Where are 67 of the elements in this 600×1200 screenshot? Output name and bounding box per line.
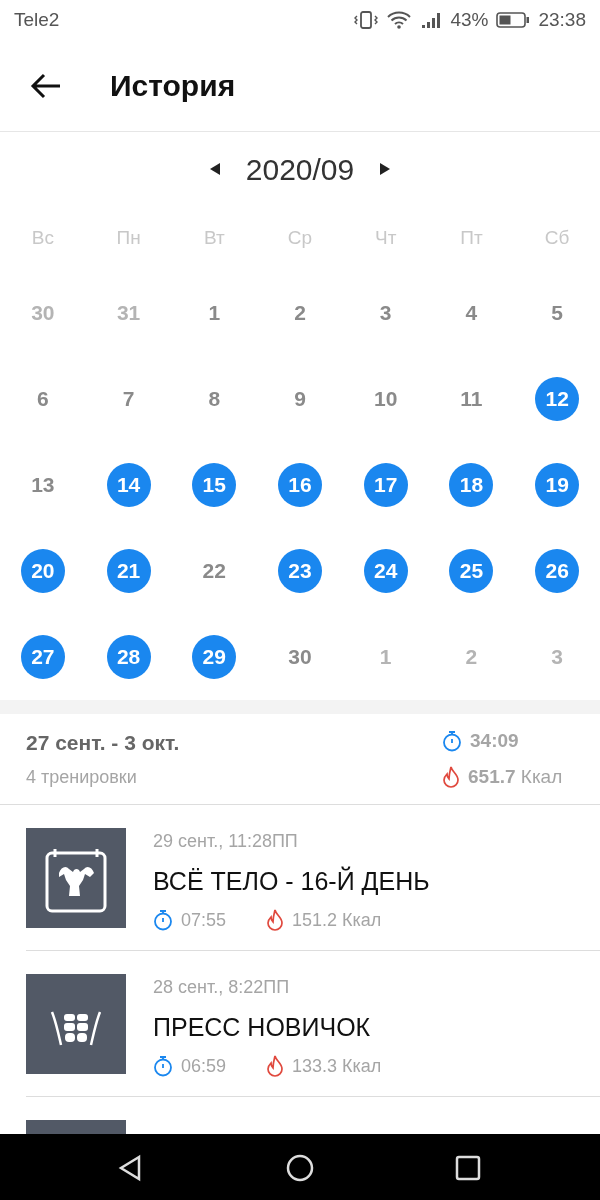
- calendar-day[interactable]: 5: [535, 291, 580, 335]
- calendar-day[interactable]: 24: [363, 549, 408, 593]
- calendar-day[interactable]: 14: [106, 463, 151, 507]
- stopwatch-icon: [442, 729, 462, 752]
- flame-icon: [442, 766, 460, 789]
- calendar-day[interactable]: 3: [363, 291, 408, 335]
- calendar-day[interactable]: 30: [278, 635, 322, 679]
- calendar-day[interactable]: 4: [449, 291, 494, 335]
- calendar-day[interactable]: 25: [449, 549, 494, 593]
- workout-duration: 07:55: [181, 908, 227, 932]
- muscle-calendar-icon: [26, 828, 126, 928]
- calendar-day[interactable]: 12: [535, 377, 580, 421]
- clock-time: 23:38: [538, 7, 586, 32]
- calendar-day[interactable]: 1: [192, 291, 237, 335]
- vibrate-icon: [354, 10, 379, 30]
- carrier-name: Tele2: [14, 7, 60, 32]
- page-title: История: [110, 68, 236, 104]
- calendar-day[interactable]: 30: [20, 291, 65, 335]
- stopwatch-icon: [153, 1055, 173, 1077]
- flame-icon: [266, 1055, 285, 1077]
- calendar-day[interactable]: 26: [535, 549, 580, 593]
- calendar-day[interactable]: 18: [449, 463, 494, 507]
- recents-nav-button[interactable]: [453, 1153, 483, 1183]
- calendar-day[interactable]: 23: [278, 549, 322, 593]
- calendar-day[interactable]: 8: [192, 377, 237, 421]
- calendar-day[interactable]: 22: [192, 549, 237, 593]
- workout-title: ПРЕСС НОВИЧОК: [153, 1012, 372, 1043]
- signal-icon: [420, 10, 443, 30]
- total-calories: 651.7 Ккал: [468, 765, 563, 789]
- stopwatch-icon: [153, 909, 173, 931]
- calendar-day[interactable]: 9: [278, 377, 322, 421]
- battery-icon: [496, 11, 531, 29]
- calendar-day[interactable]: 31: [106, 291, 151, 335]
- month-label: 2020/09: [245, 151, 355, 188]
- calendar-day[interactable]: 13: [20, 463, 65, 507]
- workout-calories: 151.2 Ккал: [292, 908, 382, 932]
- workout-duration: 06:59: [181, 1054, 227, 1078]
- calendar-day[interactable]: 16: [278, 463, 322, 507]
- workout-calories: 133.3 Ккал: [292, 1054, 382, 1078]
- back-button[interactable]: [30, 71, 62, 100]
- home-nav-button[interactable]: [285, 1153, 315, 1183]
- calendar-day[interactable]: 3: [535, 635, 580, 679]
- calendar-day[interactable]: 19: [535, 463, 580, 507]
- calendar-day[interactable]: 7: [106, 377, 151, 421]
- calendar-day[interactable]: 1: [363, 635, 408, 679]
- abs-thumbnail-icon: [26, 974, 126, 1074]
- flame-icon: [266, 909, 285, 931]
- calendar-day[interactable]: 17: [363, 463, 408, 507]
- calendar-day[interactable]: 28: [106, 635, 151, 679]
- battery-percent: 43%: [450, 7, 489, 32]
- workout-title: ВСЁ ТЕЛО - 16-Й ДЕНЬ: [153, 865, 430, 897]
- workout-date: 29 сент., 11:28ПП: [153, 830, 299, 853]
- calendar-day[interactable]: 2: [449, 635, 494, 679]
- total-duration: 34:09: [470, 728, 519, 753]
- calendar-day[interactable]: 10: [363, 377, 408, 421]
- calendar-day[interactable]: 20: [20, 549, 65, 593]
- week-range: 27 сент. - 3 окт.: [26, 729, 180, 756]
- calendar-day[interactable]: 27: [20, 635, 65, 679]
- calendar-day[interactable]: 15: [192, 463, 237, 507]
- calendar-day[interactable]: 2: [278, 291, 322, 335]
- calendar-day[interactable]: 21: [106, 549, 151, 593]
- calendar-day[interactable]: 29: [192, 635, 237, 679]
- wifi-icon: [386, 10, 413, 30]
- workout-date: 28 сент., 8:22ПП: [153, 976, 291, 999]
- calendar-day[interactable]: 6: [20, 377, 65, 421]
- calendar-day[interactable]: 11: [449, 377, 494, 421]
- workout-count: 4 тренировки: [26, 766, 138, 790]
